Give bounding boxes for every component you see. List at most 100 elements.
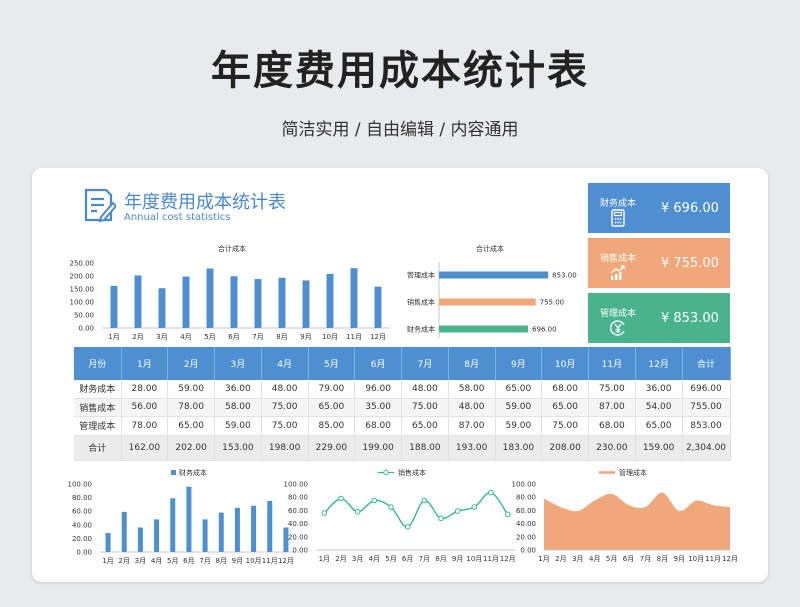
x-tick-label: 9月 xyxy=(300,333,311,341)
table-cell: 78.00 xyxy=(121,416,169,436)
bar xyxy=(302,280,310,328)
table-cell: 696.00 xyxy=(682,380,731,399)
y-tick-label: 60.00 xyxy=(288,507,308,515)
x-tick-label: 12月 xyxy=(722,555,738,563)
x-tick-label: 7月 xyxy=(199,557,210,565)
table-cell: 153.00 xyxy=(214,435,262,461)
data-point xyxy=(421,497,428,504)
table-cell: 65.00 xyxy=(635,416,683,436)
bar xyxy=(254,279,262,328)
table-cell: 58.00 xyxy=(448,380,496,399)
table-cell: 75.00 xyxy=(588,380,636,399)
bar xyxy=(134,275,142,328)
card-title: 年度费用成本统计表 xyxy=(124,192,286,213)
x-tick-label: 1月 xyxy=(108,333,119,341)
table-cell: 75.00 xyxy=(261,398,309,417)
management-cost-chart: 管理成本 0.00 20.00 40.00 60.00 80.00 100.00 1月 2月 3月… xyxy=(510,464,738,570)
bar xyxy=(374,286,382,328)
y-tick-label: 0.00 xyxy=(76,549,92,557)
table-cell: 48.00 xyxy=(261,380,309,399)
x-tick-label: 9月 xyxy=(674,555,685,563)
y-tick-label: 40.00 xyxy=(72,521,92,529)
x-tick-label: 4月 xyxy=(369,555,380,563)
bar xyxy=(206,268,214,328)
y-tick-label: 80.00 xyxy=(516,494,536,502)
table-cell: 28.00 xyxy=(121,380,169,399)
table-header-row: 月份 1月 2月 3月 4月 5月 6月 7月 8月 9月 10月 11月 12月 合计 xyxy=(74,347,731,380)
table-cell: 79.00 xyxy=(308,380,356,399)
table-cell: 59.00 xyxy=(495,398,543,417)
bar xyxy=(267,501,273,552)
bar xyxy=(182,276,190,328)
x-tick-label: 7月 xyxy=(252,333,263,341)
table-cell: 199.00 xyxy=(354,435,402,461)
x-tick-label: 1月 xyxy=(319,555,330,563)
table-cell: 管理成本 xyxy=(74,416,122,436)
total-cost-bar-svg: 合计成本 0.00 50.00 100.00 150.00 200.00 250.00 1月… xyxy=(70,244,390,341)
legend-label: 销售成本 xyxy=(398,468,426,477)
x-tick-label: 5月 xyxy=(385,555,396,563)
x-tick-label: 9月 xyxy=(232,557,243,565)
y-tick-label: 80.00 xyxy=(288,494,308,502)
y-tick-label: 200.00 xyxy=(70,273,95,281)
table-cell: 162.00 xyxy=(121,435,169,461)
x-tick-label: 10月 xyxy=(322,333,338,341)
y-tick-label: 0.00 xyxy=(520,547,536,555)
table-cell: 75.00 xyxy=(261,416,309,436)
x-tick-label: 10月 xyxy=(466,555,482,563)
bar xyxy=(110,285,118,328)
page-title: 年度费用成本统计表 xyxy=(211,48,589,94)
table-cell: 59.00 xyxy=(167,380,215,399)
table-cell: 208.00 xyxy=(541,435,589,461)
y-tick-label: 40.00 xyxy=(516,520,536,528)
statistics-card: 年度费用成本统计表 Annual cost statistics 财务成本 ¥ … xyxy=(32,168,768,582)
table-cell: 48.00 xyxy=(401,380,449,399)
x-tick-label: 2月 xyxy=(132,333,143,341)
table-cell: 2,304.00 xyxy=(682,435,731,461)
table-cell: 59.00 xyxy=(495,416,543,436)
table-cell: 销售成本 xyxy=(74,398,122,417)
data-point xyxy=(438,515,444,522)
x-tick-label: 5月 xyxy=(606,555,617,563)
x-tick-label: 1月 xyxy=(538,555,549,563)
table-cell: 65.00 xyxy=(308,398,356,417)
x-tick-label: 6月 xyxy=(623,555,634,563)
stat-name: 管理成本 xyxy=(600,309,637,319)
bar xyxy=(439,271,549,279)
y-tick-label: 60.00 xyxy=(516,507,536,515)
table-cell: 755.00 xyxy=(682,398,731,417)
x-tick-label: 8月 xyxy=(216,557,227,565)
legend-label: 管理成本 xyxy=(619,468,647,477)
table-header-cell: 8月 xyxy=(448,347,496,380)
table-cell: 65.00 xyxy=(541,398,589,417)
bar xyxy=(137,527,143,552)
y-tick-label: 100.00 xyxy=(70,299,95,307)
y-tick-label: 100.00 xyxy=(512,481,537,489)
bar xyxy=(251,505,257,552)
data-point xyxy=(388,504,394,510)
x-tick-label: 1月 xyxy=(102,557,113,565)
data-label: 853.00 xyxy=(552,272,577,280)
table-cell: 853.00 xyxy=(682,416,731,436)
bar xyxy=(230,276,238,328)
table-cell: 96.00 xyxy=(354,380,402,399)
y-tick-label: 100.00 xyxy=(68,481,93,489)
y-tick-label: 20.00 xyxy=(288,533,308,541)
table-header-cell: 7月 xyxy=(401,347,449,380)
y-tick-label: 20.00 xyxy=(516,533,536,541)
table-cell: 58.00 xyxy=(214,398,262,417)
table-cell: 202.00 xyxy=(167,435,215,461)
data-point xyxy=(404,524,411,530)
table-cell: 65.00 xyxy=(401,416,449,436)
data-point xyxy=(371,497,378,504)
table-header-cell: 3月 xyxy=(214,347,262,380)
y-tick-label: 管理成本 xyxy=(407,271,435,280)
stat-name: 财务成本 xyxy=(600,199,637,209)
x-tick-label: 2月 xyxy=(119,557,130,565)
page-subtitle: 简洁实用 / 自由编辑 / 内容通用 xyxy=(281,120,519,140)
x-tick-label: 4月 xyxy=(589,555,600,563)
x-tick-label: 3月 xyxy=(352,555,363,563)
table-cell: 188.00 xyxy=(401,435,449,461)
stat-name: 销售成本 xyxy=(600,254,637,264)
table-cell: 56.00 xyxy=(121,398,169,417)
